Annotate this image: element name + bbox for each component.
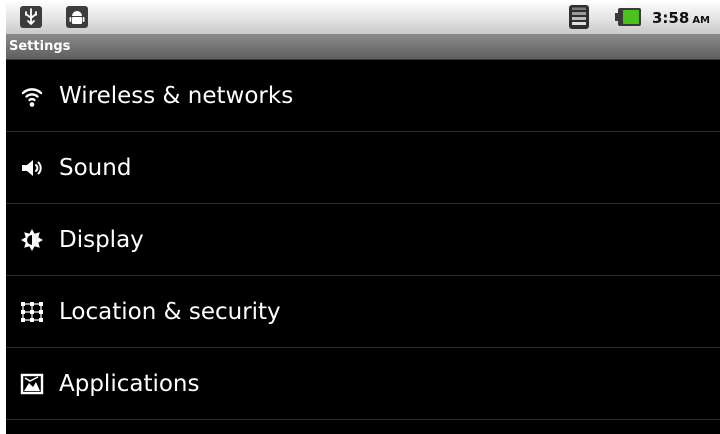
applications-icon [20,373,44,395]
settings-item-label: Applications [59,371,200,397]
speaker-icon [22,160,42,176]
page-title: Settings [9,39,71,54]
status-bar: 3:58 AM [6,0,720,34]
wifi-signal-icon [569,5,589,29]
title-bar: Settings [6,34,720,60]
settings-item-label: Location & security [59,299,281,325]
battery-icon [615,8,641,26]
screen: 3:58 AM Settings Wireless & networks Soun… [6,0,720,434]
settings-list: Wireless & networks Sound Display Locati… [6,60,720,420]
android-notification-icon [66,6,88,28]
settings-item-display[interactable]: Display [6,204,720,276]
settings-item-location-security[interactable]: Location & security [6,276,720,348]
settings-item-sound[interactable]: Sound [6,132,720,204]
settings-item-label: Sound [59,155,132,181]
settings-item-applications[interactable]: Applications [6,348,720,420]
settings-item-label: Wireless & networks [59,83,294,109]
location-grid-icon [21,302,43,322]
usb-debug-icon [20,6,42,28]
brightness-icon [21,229,43,251]
settings-item-wireless-networks[interactable]: Wireless & networks [6,60,720,132]
settings-item-label: Display [59,227,144,253]
status-clock: 3:58 AM [652,8,710,28]
clock-time: 3:58 [652,9,690,27]
clock-ampm: AM [692,15,711,26]
wifi-icon [21,88,43,107]
